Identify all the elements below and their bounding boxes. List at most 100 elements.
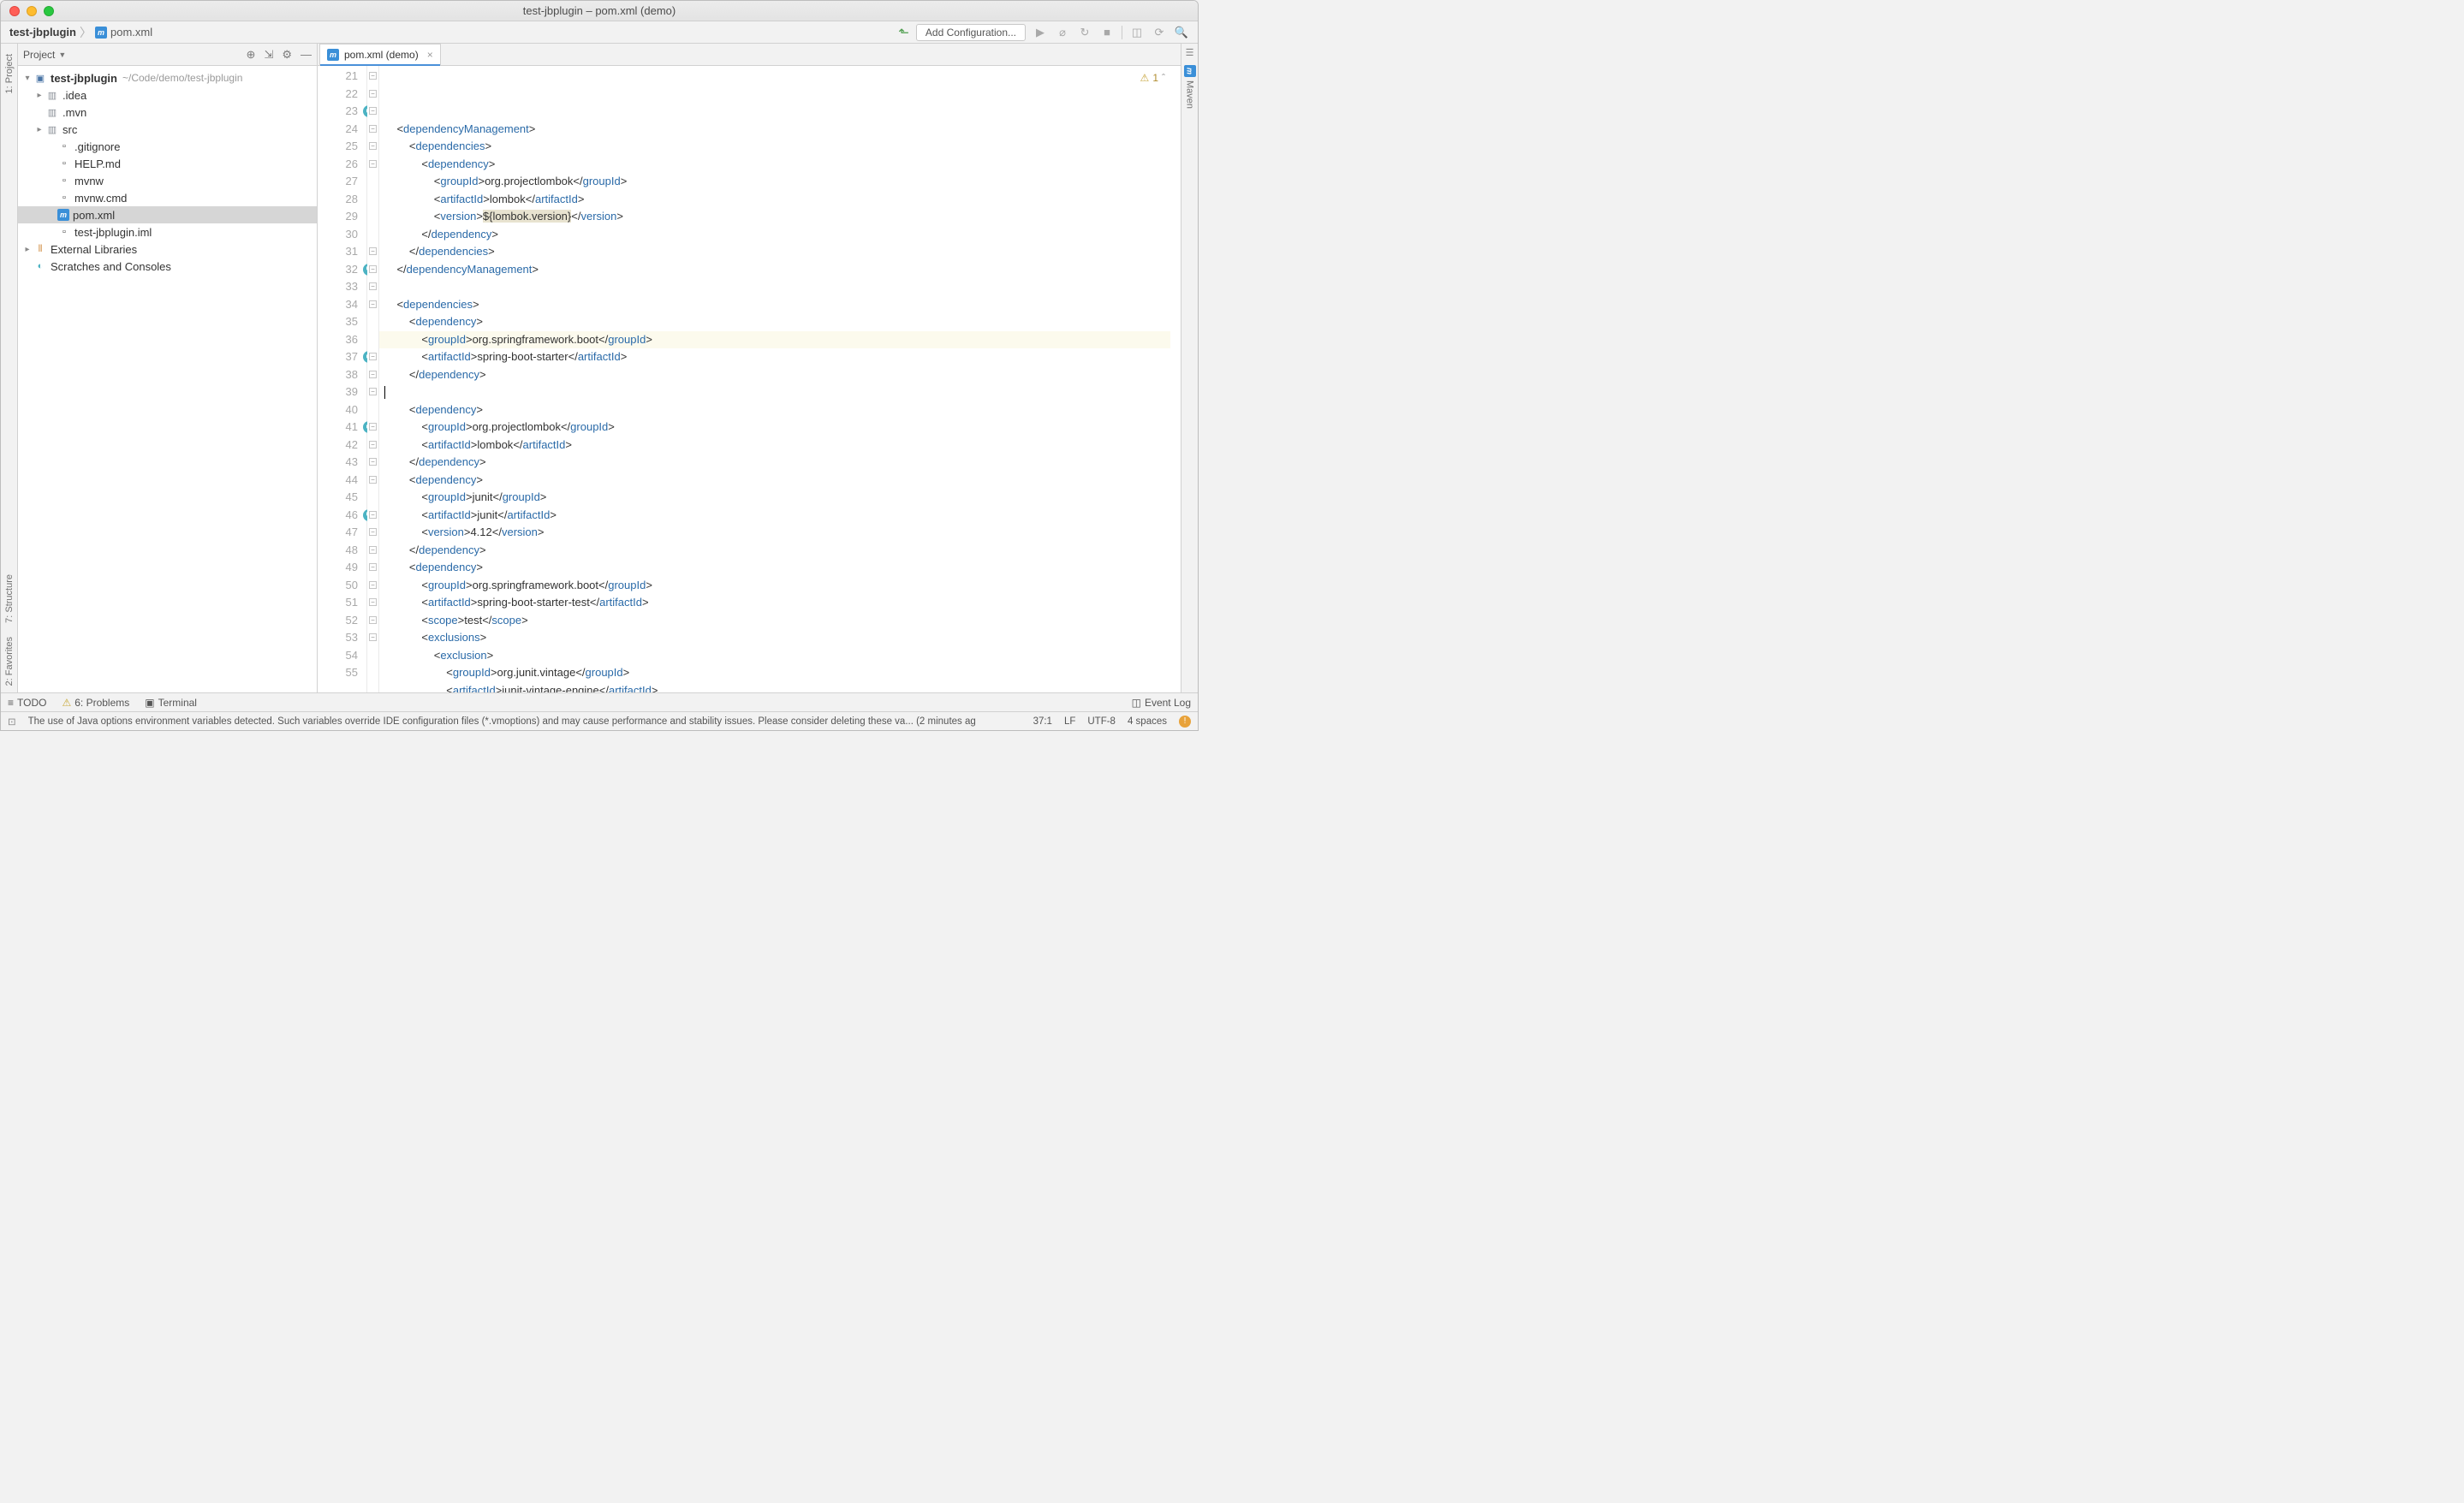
indent-setting[interactable]: 4 spaces	[1128, 716, 1167, 727]
inspection-indicator[interactable]: ⚠ 1 ˆ	[1140, 69, 1165, 87]
rail-structure[interactable]: 7: Structure	[4, 574, 15, 623]
terminal-button[interactable]: ▣Terminal	[145, 697, 197, 709]
breadcrumb-file[interactable]: pom.xml	[110, 26, 152, 39]
build-icon[interactable]: ⬑	[898, 25, 909, 40]
expander-icon[interactable]: ▸	[21, 245, 33, 254]
code-line[interactable]: <dependency>	[384, 472, 1170, 490]
project-label[interactable]: Project	[23, 49, 55, 61]
status-message[interactable]: The use of Java options environment vari…	[28, 716, 1021, 727]
code-line[interactable]: <artifactId>spring-boot-starter-test</ar…	[384, 594, 1170, 612]
code-line[interactable]: </dependency>	[384, 542, 1170, 560]
rail-maven[interactable]: mMaven	[1184, 65, 1196, 109]
tree-root[interactable]: ▾ ▣ test-jbplugin ~/Code/demo/test-jbplu…	[18, 69, 317, 86]
fold-toggle-icon[interactable]: −	[369, 441, 377, 449]
expander-icon[interactable]: ▸	[33, 125, 45, 134]
fold-toggle-icon[interactable]: −	[369, 300, 377, 308]
project-tree[interactable]: ▾ ▣ test-jbplugin ~/Code/demo/test-jbplu…	[18, 66, 317, 692]
code-line[interactable]: <version>${lombok.version}</version>	[384, 208, 1170, 226]
fold-toggle-icon[interactable]: −	[369, 388, 377, 395]
fold-toggle-icon[interactable]: −	[369, 476, 377, 484]
rail-favorites[interactable]: 2: Favorites	[4, 637, 15, 686]
code-line[interactable]: <groupId>org.projectlombok</groupId>	[384, 173, 1170, 191]
code-line[interactable]: <groupId>junit</groupId>	[384, 489, 1170, 507]
code-line[interactable]: <artifactId>junit-vintage-engine</artifa…	[384, 682, 1170, 693]
fold-toggle-icon[interactable]: −	[369, 546, 377, 554]
code-line[interactable]: <dependency>	[384, 313, 1170, 331]
tree-item--mvn[interactable]: ▥.mvn	[18, 104, 317, 121]
code-line[interactable]: <dependencyManagement>	[384, 121, 1170, 139]
locate-icon[interactable]: ⊕	[247, 48, 256, 62]
fold-toggle-icon[interactable]: −	[369, 282, 377, 290]
code-line[interactable]: <version>4.12</version>	[384, 524, 1170, 542]
code-line[interactable]: <artifactId>lombok</artifactId>	[384, 437, 1170, 454]
fold-toggle-icon[interactable]: −	[369, 125, 377, 133]
fold-toggle-icon[interactable]: −	[369, 90, 377, 98]
event-log-button[interactable]: ◫Event Log	[1132, 697, 1191, 709]
tree-item-test-jbplugin-iml[interactable]: ▫test-jbplugin.iml	[18, 223, 317, 241]
breadcrumb-project[interactable]: test-jbplugin	[9, 26, 76, 39]
code-line[interactable]: <groupId>org.junit.vintage</groupId>	[384, 664, 1170, 682]
tree-item-mvnw-cmd[interactable]: ▫mvnw.cmd	[18, 189, 317, 206]
notifications-icon[interactable]: ☰	[1186, 47, 1194, 58]
error-stripe[interactable]	[1170, 66, 1181, 692]
hide-icon[interactable]: —	[301, 48, 312, 62]
tree-item--gitignore[interactable]: ▫.gitignore	[18, 138, 317, 155]
code-line[interactable]: <artifactId>spring-boot-starter</artifac…	[384, 348, 1170, 366]
file-encoding[interactable]: UTF-8	[1087, 716, 1116, 727]
fold-toggle-icon[interactable]: −	[369, 107, 377, 115]
dropdown-icon[interactable]: ▼	[58, 50, 66, 59]
fold-toggle-icon[interactable]: −	[369, 265, 377, 273]
search-everywhere-icon[interactable]: 🔍	[1174, 25, 1189, 40]
expander-icon[interactable]: ▸	[33, 91, 45, 100]
settings-icon[interactable]: ⚙	[282, 48, 292, 62]
code-line[interactable]: <dependency>	[384, 156, 1170, 174]
code-area[interactable]: ⚠ 1 ˆ <dependencyManagement> <dependenci…	[379, 66, 1170, 692]
fold-toggle-icon[interactable]: −	[369, 528, 377, 536]
tree-item-pom-xml[interactable]: mpom.xml	[18, 206, 317, 223]
git-icon[interactable]: ◫	[1129, 25, 1145, 40]
fold-toggle-icon[interactable]: −	[369, 160, 377, 168]
code-line[interactable]: <dependency>	[384, 401, 1170, 419]
fold-toggle-icon[interactable]: −	[369, 616, 377, 624]
problems-button[interactable]: ⚠6: Problems	[62, 697, 129, 709]
fold-toggle-icon[interactable]: −	[369, 581, 377, 589]
external-libraries[interactable]: ▸ ⦀ External Libraries	[18, 241, 317, 258]
code-line[interactable]: <groupId>org.projectlombok</groupId>	[384, 419, 1170, 437]
fold-toggle-icon[interactable]: −	[369, 247, 377, 255]
add-configuration-button[interactable]: Add Configuration...	[916, 24, 1026, 41]
run-icon[interactable]: ▶	[1033, 25, 1048, 40]
code-line[interactable]: </dependency>	[384, 366, 1170, 384]
debug-icon[interactable]: ⌀	[1055, 25, 1070, 40]
fold-toggle-icon[interactable]: −	[369, 458, 377, 466]
notification-badge[interactable]: !	[1179, 716, 1191, 728]
code-line[interactable]: </dependency>	[384, 454, 1170, 472]
fold-toggle-icon[interactable]: −	[369, 371, 377, 378]
code-line[interactable]: <groupId>org.springframework.boot</group…	[384, 331, 1170, 349]
scratches[interactable]: ◐ Scratches and Consoles	[18, 258, 317, 275]
collapse-icon[interactable]: ⇲	[264, 48, 273, 62]
code-line[interactable]: <artifactId>junit</artifactId>	[384, 507, 1170, 525]
tree-item--idea[interactable]: ▸▥.idea	[18, 86, 317, 104]
fold-toggle-icon[interactable]: −	[369, 142, 377, 150]
fold-toggle-icon[interactable]: −	[369, 423, 377, 431]
fold-toggle-icon[interactable]: −	[369, 563, 377, 571]
rail-project[interactable]: 1: Project	[4, 54, 15, 93]
code-line[interactable]: </dependency>	[384, 226, 1170, 244]
tree-item-HELP-md[interactable]: ▫HELP.md	[18, 155, 317, 172]
caret-position[interactable]: 37:1	[1033, 716, 1052, 727]
tree-item-mvnw[interactable]: ▫mvnw	[18, 172, 317, 189]
editor-tab[interactable]: m pom.xml (demo) ×	[319, 44, 441, 65]
code-line[interactable]	[384, 278, 1170, 296]
code-line[interactable]: <scope>test</scope>	[384, 612, 1170, 630]
code-line[interactable]: <artifactId>lombok</artifactId>	[384, 191, 1170, 209]
fold-toggle-icon[interactable]: −	[369, 633, 377, 641]
tree-item-src[interactable]: ▸▥src	[18, 121, 317, 138]
code-line[interactable]: <exclusions>	[384, 629, 1170, 647]
code-line[interactable]: </dependencyManagement>	[384, 261, 1170, 279]
fold-toggle-icon[interactable]: −	[369, 353, 377, 360]
fold-toggle-icon[interactable]: −	[369, 598, 377, 606]
coverage-icon[interactable]: ↻	[1077, 25, 1092, 40]
tool-windows-icon[interactable]: ⊡	[8, 716, 16, 728]
code-line[interactable]: <groupId>org.springframework.boot</group…	[384, 577, 1170, 595]
close-tab-icon[interactable]: ×	[427, 49, 433, 61]
